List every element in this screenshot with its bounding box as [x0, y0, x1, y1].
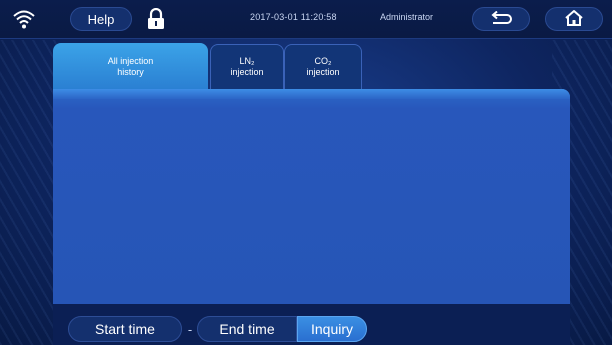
start-time-field[interactable]: Start time [68, 316, 182, 342]
end-time-label: End time [219, 321, 275, 337]
tab-all-injection-history[interactable]: All injection history [53, 43, 208, 90]
history-panel [53, 89, 570, 304]
end-time-field[interactable]: End time [197, 316, 297, 342]
back-button[interactable] [472, 7, 530, 31]
help-label: Help [87, 11, 115, 27]
top-bar: Help 2017-03-01 11:20:58 Administrator [0, 0, 612, 39]
home-button[interactable] [545, 7, 603, 31]
user-name: Administrator [380, 12, 434, 22]
tab-co2-injection[interactable]: CO₂ injection [284, 44, 362, 89]
inquiry-label: Inquiry [310, 321, 354, 337]
lock-icon[interactable] [147, 7, 165, 30]
tab-label-line2: injection [306, 67, 340, 77]
wifi-icon [12, 8, 36, 30]
tab-label-line1: All injection [107, 55, 154, 66]
tab-label-line2: history [117, 66, 144, 77]
panel-header-strip [53, 89, 570, 99]
datetime-display: 2017-03-01 11:20:58 [250, 12, 337, 22]
inquiry-button[interactable]: Inquiry [297, 316, 367, 342]
start-time-label: Start time [95, 321, 155, 337]
tab-label-line1: LN₂ [239, 56, 255, 66]
tab-label-line2: injection [230, 67, 264, 77]
back-arrow-icon [490, 10, 512, 28]
tab-ln2-injection[interactable]: LN₂ injection [210, 44, 284, 89]
tab-label-line1: CO₂ [314, 56, 332, 66]
left-decoration [0, 40, 60, 345]
home-icon [564, 9, 584, 30]
range-separator: - [187, 321, 193, 337]
help-button[interactable]: Help [70, 7, 132, 31]
